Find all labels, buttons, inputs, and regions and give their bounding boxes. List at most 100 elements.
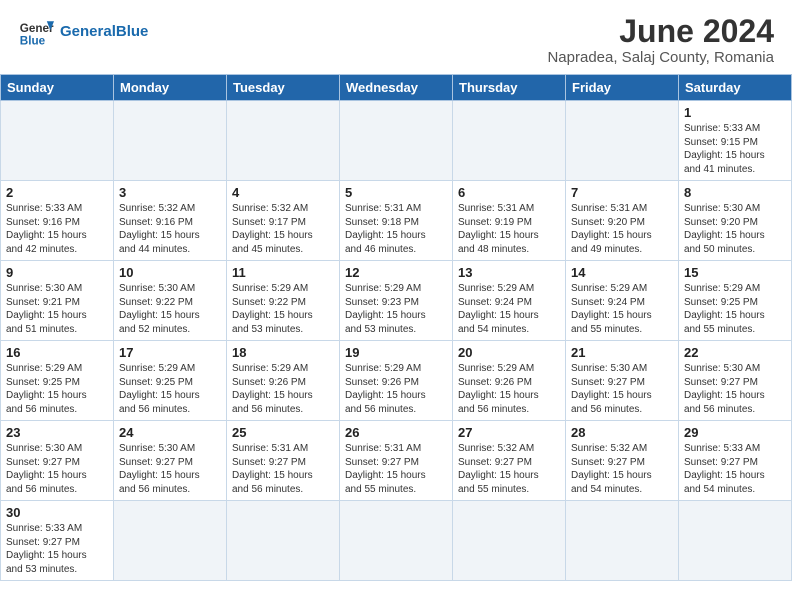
calendar-day-cell: 2Sunrise: 5:33 AMSunset: 9:16 PMDaylight… <box>1 181 114 261</box>
day-number: 13 <box>458 265 560 280</box>
day-info: Sunrise: 5:29 AMSunset: 9:25 PMDaylight:… <box>684 282 786 336</box>
calendar-day-cell: 21 Sunrise: 5:30 AMSunset: 9:27 PMDayligh… <box>566 341 679 421</box>
calendar-day-cell: 4 Sunrise: 5:32 AMSunset: 9:17 PMDaylight… <box>227 181 340 261</box>
calendar-day-cell: 24Sunrise: 5:30 AMSunset: 9:27 PMDayligh… <box>114 421 227 501</box>
calendar-day-cell: 7 Sunrise: 5:31 AMSunset: 9:20 PMDaylight… <box>566 181 679 261</box>
calendar-day-cell: 14 Sunrise: 5:29 AMSunset: 9:24 PMDayligh… <box>566 261 679 341</box>
logo-text: GeneralBlue <box>60 24 148 41</box>
day-info: Sunrise: 5:30 AMSunset: 9:22 PMDaylight:… <box>119 282 221 336</box>
calendar-day-cell <box>679 501 792 581</box>
calendar-week-row: 9Sunrise: 5:30 AMSunset: 9:21 PMDaylight… <box>1 261 792 341</box>
calendar-day-cell <box>340 501 453 581</box>
day-number: 28 <box>571 425 673 440</box>
calendar-day-cell <box>566 501 679 581</box>
day-number: 16 <box>6 345 108 360</box>
day-info: Sunrise: 5:32 AMSunset: 9:16 PMDaylight:… <box>119 202 221 256</box>
day-number: 30 <box>6 505 108 520</box>
calendar-day-cell: 18Sunrise: 5:29 AMSunset: 9:26 PMDayligh… <box>227 341 340 421</box>
day-info: Sunrise: 5:32 AMSunset: 9:27 PMDaylight:… <box>571 442 673 496</box>
day-header: Saturday <box>679 75 792 101</box>
day-number: 1 <box>684 105 786 120</box>
day-number: 25 <box>232 425 334 440</box>
calendar-day-cell: 8 Sunrise: 5:30 AMSunset: 9:20 PMDaylight… <box>679 181 792 261</box>
day-number: 22 <box>684 345 786 360</box>
svg-text:Blue: Blue <box>20 35 46 48</box>
calendar-day-cell <box>227 101 340 181</box>
day-number: 8 <box>684 185 786 200</box>
day-info: Sunrise: 5:31 AMSunset: 9:27 PMDaylight:… <box>232 442 334 496</box>
day-info: Sunrise: 5:29 AMSunset: 9:26 PMDaylight:… <box>458 362 560 416</box>
day-number: 27 <box>458 425 560 440</box>
day-number: 4 <box>232 185 334 200</box>
day-info: Sunrise: 5:32 AMSunset: 9:17 PMDaylight:… <box>232 202 334 256</box>
calendar-week-row: 2Sunrise: 5:33 AMSunset: 9:16 PMDaylight… <box>1 181 792 261</box>
calendar-day-cell: 19Sunrise: 5:29 AMSunset: 9:26 PMDayligh… <box>340 341 453 421</box>
calendar-day-cell <box>114 501 227 581</box>
day-number: 29 <box>684 425 786 440</box>
calendar-table: SundayMondayTuesdayWednesdayThursdayFrid… <box>0 74 792 581</box>
calendar-day-cell: 29 Sunrise: 5:33 AMSunset: 9:27 PMDayligh… <box>679 421 792 501</box>
day-number: 15 <box>684 265 786 280</box>
day-info: Sunrise: 5:29 AMSunset: 9:24 PMDaylight:… <box>571 282 673 336</box>
calendar-subtitle: Napradea, Salaj County, Romania <box>547 49 774 66</box>
calendar-day-cell <box>1 101 114 181</box>
day-info: Sunrise: 5:31 AMSunset: 9:20 PMDaylight:… <box>571 202 673 256</box>
day-number: 21 <box>571 345 673 360</box>
day-info: Sunrise: 5:32 AMSunset: 9:27 PMDaylight:… <box>458 442 560 496</box>
calendar-week-row: 30 Sunrise: 5:33 AMSunset: 9:27 PMDayligh… <box>1 501 792 581</box>
day-info: Sunrise: 5:29 AMSunset: 9:24 PMDaylight:… <box>458 282 560 336</box>
calendar-day-cell: 15 Sunrise: 5:29 AMSunset: 9:25 PMDayligh… <box>679 261 792 341</box>
day-header: Monday <box>114 75 227 101</box>
calendar-day-cell: 1Sunrise: 5:33 AMSunset: 9:15 PMDaylight… <box>679 101 792 181</box>
logo: General Blue GeneralBlue <box>18 14 148 50</box>
day-info: Sunrise: 5:30 AMSunset: 9:27 PMDaylight:… <box>571 362 673 416</box>
calendar-day-cell: 17 Sunrise: 5:29 AMSunset: 9:25 PMDayligh… <box>114 341 227 421</box>
day-header: Sunday <box>1 75 114 101</box>
day-number: 11 <box>232 265 334 280</box>
day-number: 18 <box>232 345 334 360</box>
day-number: 6 <box>458 185 560 200</box>
calendar-day-cell <box>114 101 227 181</box>
day-number: 7 <box>571 185 673 200</box>
day-info: Sunrise: 5:29 AMSunset: 9:25 PMDaylight:… <box>119 362 221 416</box>
day-info: Sunrise: 5:30 AMSunset: 9:27 PMDaylight:… <box>6 442 108 496</box>
day-header: Wednesday <box>340 75 453 101</box>
day-number: 12 <box>345 265 447 280</box>
day-info: Sunrise: 5:30 AMSunset: 9:21 PMDaylight:… <box>6 282 108 336</box>
calendar-day-cell: 20Sunrise: 5:29 AMSunset: 9:26 PMDayligh… <box>453 341 566 421</box>
calendar-day-cell: 22 Sunrise: 5:30 AMSunset: 9:27 PMDayligh… <box>679 341 792 421</box>
day-number: 3 <box>119 185 221 200</box>
calendar-day-cell: 25 Sunrise: 5:31 AMSunset: 9:27 PMDayligh… <box>227 421 340 501</box>
calendar-day-cell: 11 Sunrise: 5:29 AMSunset: 9:22 PMDayligh… <box>227 261 340 341</box>
day-info: Sunrise: 5:31 AMSunset: 9:27 PMDaylight:… <box>345 442 447 496</box>
page-header: General Blue GeneralBlue June 2024 Napra… <box>0 0 792 74</box>
calendar-day-cell <box>227 501 340 581</box>
day-number: 2 <box>6 185 108 200</box>
day-number: 10 <box>119 265 221 280</box>
day-info: Sunrise: 5:30 AMSunset: 9:27 PMDaylight:… <box>684 362 786 416</box>
calendar-day-cell <box>566 101 679 181</box>
calendar-day-cell: 26Sunrise: 5:31 AMSunset: 9:27 PMDayligh… <box>340 421 453 501</box>
day-number: 17 <box>119 345 221 360</box>
day-info: Sunrise: 5:33 AMSunset: 9:27 PMDaylight:… <box>6 522 108 576</box>
day-info: Sunrise: 5:33 AMSunset: 9:27 PMDaylight:… <box>684 442 786 496</box>
day-number: 14 <box>571 265 673 280</box>
calendar-week-row: 23Sunrise: 5:30 AMSunset: 9:27 PMDayligh… <box>1 421 792 501</box>
calendar-title: June 2024 <box>547 14 774 49</box>
calendar-day-cell: 10 Sunrise: 5:30 AMSunset: 9:22 PMDayligh… <box>114 261 227 341</box>
day-info: Sunrise: 5:29 AMSunset: 9:26 PMDaylight:… <box>345 362 447 416</box>
calendar-day-cell: 30 Sunrise: 5:33 AMSunset: 9:27 PMDayligh… <box>1 501 114 581</box>
calendar-day-cell: 6Sunrise: 5:31 AMSunset: 9:19 PMDaylight… <box>453 181 566 261</box>
day-info: Sunrise: 5:29 AMSunset: 9:23 PMDaylight:… <box>345 282 447 336</box>
day-info: Sunrise: 5:30 AMSunset: 9:20 PMDaylight:… <box>684 202 786 256</box>
calendar-day-cell: 23Sunrise: 5:30 AMSunset: 9:27 PMDayligh… <box>1 421 114 501</box>
day-info: Sunrise: 5:31 AMSunset: 9:18 PMDaylight:… <box>345 202 447 256</box>
calendar-day-cell <box>453 101 566 181</box>
day-info: Sunrise: 5:29 AMSunset: 9:22 PMDaylight:… <box>232 282 334 336</box>
day-info: Sunrise: 5:29 AMSunset: 9:25 PMDaylight:… <box>6 362 108 416</box>
logo-icon: General Blue <box>18 14 54 50</box>
day-header: Friday <box>566 75 679 101</box>
calendar-day-cell <box>453 501 566 581</box>
calendar-week-row: 16 Sunrise: 5:29 AMSunset: 9:25 PMDayligh… <box>1 341 792 421</box>
day-info: Sunrise: 5:30 AMSunset: 9:27 PMDaylight:… <box>119 442 221 496</box>
